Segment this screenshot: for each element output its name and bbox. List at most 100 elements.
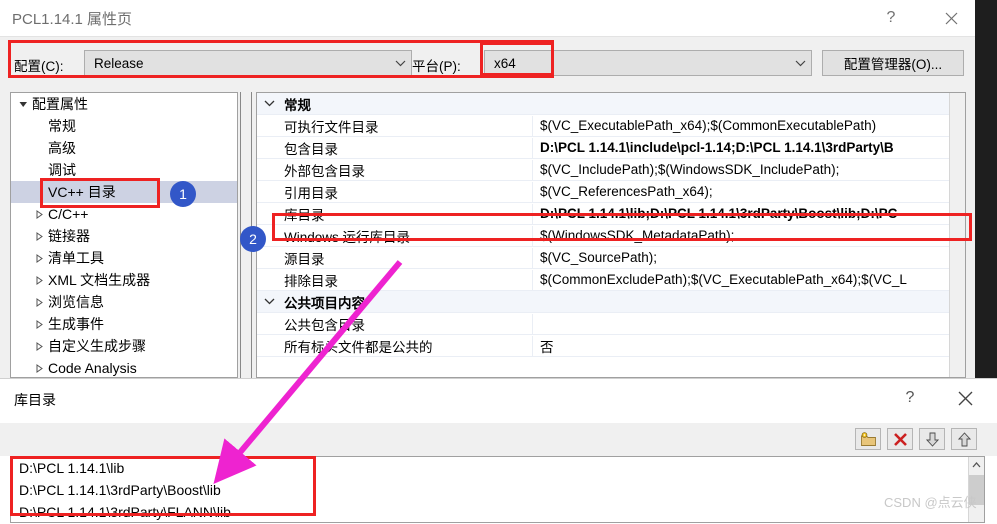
property-grid-rows: 常规可执行文件目录 $(VC_ExecutablePath_x64);$(Comm…	[257, 93, 965, 357]
tree-item-label: 配置属性	[32, 96, 88, 112]
property-name: 所有标头文件都是公共的	[281, 335, 533, 356]
property-value[interactable]: $(WindowsSDK_MetadataPath);	[533, 228, 965, 243]
property-value[interactable]: $(VC_ExecutablePath_x64);$(CommonExecuta…	[533, 118, 965, 133]
tree-item-4[interactable]: VC++ 目录	[11, 181, 237, 203]
property-name: 包含目录	[281, 137, 533, 158]
triangle-right-icon[interactable]	[31, 253, 47, 263]
triangle-right-icon[interactable]	[31, 297, 47, 307]
property-name: 引用目录	[281, 181, 533, 202]
directory-list-item[interactable]: D:\PCL 1.14.1\lib	[11, 457, 984, 479]
close-icon[interactable]	[928, 0, 974, 36]
tree-item-2[interactable]: 高级	[11, 137, 237, 159]
tree-item-8[interactable]: XML 文档生成器	[11, 269, 237, 291]
window-title: PCL1.14.1 属性页	[12, 11, 133, 28]
tree-item-0[interactable]: 配置属性	[11, 93, 237, 115]
chevron-down-icon[interactable]	[257, 100, 281, 107]
property-name: 常规	[284, 97, 311, 113]
tree-item-label: VC++ 目录	[48, 184, 116, 200]
tree-item-label: 高级	[48, 140, 76, 156]
directories-list-scrollbar[interactable]	[968, 457, 984, 522]
tree-item-3[interactable]: 调试	[11, 159, 237, 181]
tree-item-label: XML 文档生成器	[48, 272, 151, 288]
tree-item-7[interactable]: 清单工具	[11, 247, 237, 269]
scrollbar-thumb[interactable]	[969, 475, 984, 505]
delete-x-icon[interactable]	[887, 428, 913, 450]
help-icon[interactable]: ?	[868, 0, 914, 36]
window-title-bar: PCL1.14.1 属性页 ?	[0, 0, 975, 36]
tree-item-11[interactable]: 自定义生成步骤	[11, 335, 237, 357]
directories-list[interactable]: D:\PCL 1.14.1\lib D:\PCL 1.14.1\3rdParty\…	[10, 456, 985, 523]
tree-item-5[interactable]: C/C++	[11, 203, 237, 225]
tree-item-label: 常规	[48, 118, 76, 134]
tree-item-1[interactable]: 常规	[11, 115, 237, 137]
tree-item-9[interactable]: 浏览信息	[11, 291, 237, 313]
triangle-right-icon[interactable]	[31, 363, 47, 373]
triangle-right-icon[interactable]	[31, 275, 47, 285]
property-value[interactable]: D:\PCL 1.14.1\include\pcl-1.14;D:\PCL 1.…	[533, 140, 965, 155]
property-name: 公共项目内容	[284, 295, 365, 311]
property-value[interactable]: D:\PCL 1.14.1\lib;D:\PCL 1.14.1\3rdParty…	[533, 206, 965, 221]
directory-list-item[interactable]: D:\PCL 1.14.1\3rdParty\Boost\lib	[11, 479, 984, 501]
new-folder-icon[interactable]	[855, 428, 881, 450]
property-value[interactable]: $(VC_IncludePath);$(WindowsSDK_IncludePa…	[533, 162, 965, 177]
tree-item-12[interactable]: Code Analysis	[11, 357, 237, 377]
property-row[interactable]: 包含目录 D:\PCL 1.14.1\include\pcl-1.14;D:\PC…	[257, 137, 965, 159]
tree-item-label: 浏览信息	[48, 294, 104, 310]
tree-item-label: 生成事件	[48, 316, 104, 332]
chevron-down-icon	[789, 60, 811, 67]
platform-combobox[interactable]: x64	[484, 50, 812, 76]
property-value[interactable]: 否	[533, 336, 965, 356]
configuration-manager-button[interactable]: 配置管理器(O)...	[822, 50, 964, 76]
tree-item-10[interactable]: 生成事件	[11, 313, 237, 335]
step-badge-2: 2	[240, 226, 266, 252]
property-category-row[interactable]: 公共项目内容	[257, 291, 965, 313]
property-row[interactable]: 公共包含目录	[257, 313, 965, 335]
property-row[interactable]: 排除目录 $(CommonExcludePath);$(VC_Executable…	[257, 269, 965, 291]
directory-list-item[interactable]: D:\PCL 1.14.1\3rdParty\FLANN\lib	[11, 501, 984, 522]
tree-item-label: C/C++	[48, 206, 89, 222]
arrow-down-icon[interactable]	[919, 428, 945, 450]
tree-item-label: 自定义生成步骤	[48, 338, 146, 354]
configuration-combobox[interactable]: Release	[84, 50, 412, 76]
property-name: 库目录	[281, 203, 533, 224]
triangle-right-icon[interactable]	[31, 209, 47, 219]
property-grid[interactable]: 常规可执行文件目录 $(VC_ExecutablePath_x64);$(Comm…	[256, 92, 966, 378]
property-row[interactable]: 所有标头文件都是公共的否	[257, 335, 965, 357]
help-icon[interactable]: ?	[895, 384, 925, 412]
chevron-down-icon[interactable]	[257, 298, 281, 305]
triangle-right-icon[interactable]	[31, 231, 47, 241]
dialog-toolbar	[0, 422, 997, 456]
configuration-label: 配置(C):	[14, 59, 64, 74]
property-name: 源目录	[281, 247, 533, 268]
platform-label: 平台(P):	[412, 59, 461, 74]
triangle-right-icon[interactable]	[31, 341, 47, 351]
property-row[interactable]: 引用目录 $(VC_ReferencesPath_x64);	[257, 181, 965, 203]
property-row[interactable]: 可执行文件目录 $(VC_ExecutablePath_x64);$(Common…	[257, 115, 965, 137]
property-name: 可执行文件目录	[281, 115, 533, 136]
settings-tree[interactable]: 配置属性常规高级调试 VC++ 目录 C/C++ 链接器清单工具 XML 文档生成器 浏览…	[10, 92, 238, 378]
directories-list-rows: D:\PCL 1.14.1\lib D:\PCL 1.14.1\3rdParty\…	[11, 457, 984, 522]
triangle-down-icon[interactable]	[15, 100, 31, 109]
close-icon[interactable]	[950, 384, 980, 412]
step-badge-1: 1	[170, 181, 196, 207]
property-row[interactable]: 库目录 D:\PCL 1.14.1\lib;D:\PCL 1.14.1\3rdPa…	[257, 203, 965, 225]
property-name: Windows 运行库目录	[281, 225, 533, 246]
property-value[interactable]: $(CommonExcludePath);$(VC_ExecutablePath…	[533, 272, 965, 287]
tree-item-label: 调试	[48, 162, 76, 178]
property-value[interactable]: $(VC_ReferencesPath_x64);	[533, 184, 965, 199]
arrow-up-icon[interactable]	[951, 428, 977, 450]
property-grid-scrollbar[interactable]	[949, 93, 965, 377]
property-row[interactable]: 源目录 $(VC_SourcePath);	[257, 247, 965, 269]
dialog-title: 库目录	[14, 392, 56, 408]
chevron-down-icon	[389, 60, 411, 67]
property-category-row[interactable]: 常规	[257, 93, 965, 115]
property-row[interactable]: 外部包含目录 $(VC_IncludePath);$(WindowsSDK_Inc…	[257, 159, 965, 181]
property-name: 外部包含目录	[281, 159, 533, 180]
chevron-up-icon[interactable]	[969, 457, 984, 473]
tree-item-label: 链接器	[48, 228, 90, 244]
property-row[interactable]: Windows 运行库目录 $(WindowsSDK_MetadataPath);	[257, 225, 965, 247]
configuration-value: Release	[94, 55, 144, 71]
triangle-right-icon[interactable]	[31, 319, 47, 329]
property-value[interactable]: $(VC_SourcePath);	[533, 250, 965, 265]
tree-item-6[interactable]: 链接器	[11, 225, 237, 247]
